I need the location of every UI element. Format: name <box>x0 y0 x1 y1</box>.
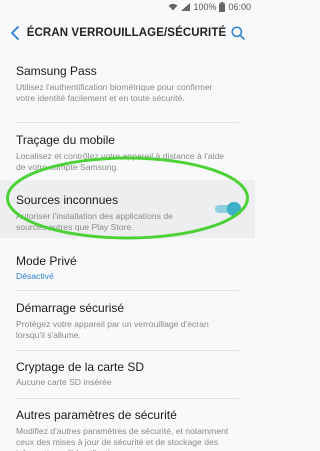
clock: 06:00 <box>228 2 251 12</box>
list-item-samsung-pass[interactable]: Samsung Pass Utilisez l'authentification… <box>0 64 255 116</box>
list-item-tracage-mobile[interactable]: Traçage du mobile Localisez et contrôlez… <box>0 133 255 173</box>
item-title: Traçage du mobile <box>16 133 115 147</box>
list-item-mode-prive[interactable]: Mode Privé Désactivé <box>0 254 255 284</box>
item-title: Démarrage sécurisé <box>16 301 125 315</box>
battery-percent: 100% <box>193 2 217 12</box>
item-description: Protégez votre appareil par un verrouill… <box>16 319 209 340</box>
item-description: Utilisez l'authentification biométrique … <box>16 82 213 103</box>
battery-icon <box>219 2 226 12</box>
list-item-demarrage-securise[interactable]: Démarrage sécurisé Protégez votre appare… <box>0 301 255 341</box>
signal-icon <box>181 3 191 11</box>
item-title: Cryptage de la carte SD <box>16 360 145 374</box>
list-item-sources-inconnues[interactable]: Sources inconnues Autoriser l'installati… <box>0 180 255 238</box>
status-bar: 100% 06:00 <box>0 0 255 14</box>
divider <box>16 398 239 399</box>
item-status: Désactivé <box>16 271 54 281</box>
item-value: Aucune carte SD insérée <box>16 377 112 387</box>
app-header: ÉCRAN VERROUILLAGE/SÉCURITÉ <box>0 14 255 52</box>
divider <box>16 350 239 351</box>
list-item-cryptage-sd[interactable]: Cryptage de la carte SD Aucune carte SD … <box>0 360 255 390</box>
item-title: Sources inconnues <box>16 193 119 207</box>
item-description: Localisez et contrôlez votre appareil à … <box>16 151 225 172</box>
list-item-autres-parametres[interactable]: Autres paramètres de sécurité Modifiez d… <box>0 408 255 451</box>
wifi-icon <box>168 3 178 11</box>
sources-inconnues-toggle[interactable] <box>213 202 241 216</box>
item-title: Mode Privé <box>16 254 77 268</box>
search-button[interactable] <box>226 14 249 52</box>
back-button[interactable] <box>4 14 27 52</box>
search-icon <box>231 26 245 40</box>
divider <box>16 290 239 291</box>
item-description: Autoriser l'installation des application… <box>16 211 173 232</box>
divider <box>16 122 239 123</box>
chevron-left-icon <box>11 26 20 40</box>
item-title: Autres paramètres de sécurité <box>16 408 177 422</box>
toggle-knob <box>227 202 241 216</box>
item-description: Modifiez d'autres paramètres de sécurité… <box>16 426 229 451</box>
item-title: Samsung Pass <box>16 64 97 78</box>
page-title: ÉCRAN VERROUILLAGE/SÉCURITÉ <box>26 27 227 39</box>
